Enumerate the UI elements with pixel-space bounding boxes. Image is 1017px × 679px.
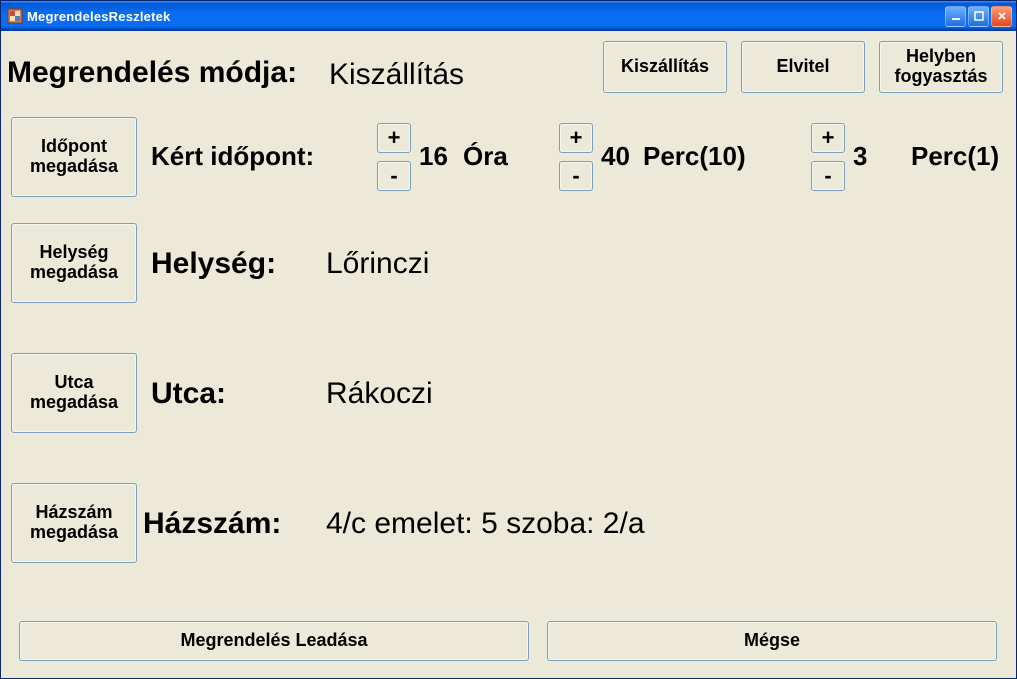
houseno-value: 4/c emelet: 5 szoba: 2/a xyxy=(326,507,645,541)
mode-delivery-button[interactable]: Kiszállítás xyxy=(603,41,727,93)
min10-plus-button[interactable]: + xyxy=(559,123,593,153)
maximize-button[interactable] xyxy=(968,6,989,27)
city-label: Helység: xyxy=(151,247,276,281)
window-title: MegrendelesReszletek xyxy=(27,9,945,24)
requested-time-label: Kért időpont: xyxy=(151,141,314,172)
min1-value: 3 xyxy=(853,141,867,172)
hour-value: 16 xyxy=(419,141,448,172)
minimize-button[interactable] xyxy=(945,6,966,27)
submit-order-button[interactable]: Megrendelés Leadása xyxy=(19,621,529,661)
order-mode-value: Kiszállítás xyxy=(329,58,464,92)
min10-unit: Perc(10) xyxy=(643,141,746,172)
set-street-button[interactable]: Utca megadása xyxy=(11,353,137,433)
hour-unit: Óra xyxy=(463,141,508,172)
hour-plus-button[interactable]: + xyxy=(377,123,411,153)
order-mode-label: Megrendelés módja: xyxy=(7,56,297,90)
min1-minus-button[interactable]: - xyxy=(811,161,845,191)
mode-dinein-button[interactable]: Helyben fogyasztás xyxy=(879,41,1003,93)
min10-value: 40 xyxy=(601,141,630,172)
min1-plus-button[interactable]: + xyxy=(811,123,845,153)
street-label: Utca: xyxy=(151,377,226,411)
app-icon xyxy=(7,8,23,24)
min10-minus-button[interactable]: - xyxy=(559,161,593,191)
close-button[interactable] xyxy=(991,6,1012,27)
min1-unit: Perc(1) xyxy=(911,141,999,172)
titlebar: MegrendelesReszletek xyxy=(1,1,1016,31)
app-window: MegrendelesReszletek Megrendelés módja: … xyxy=(0,0,1017,679)
window-controls xyxy=(945,6,1012,27)
hour-minus-button[interactable]: - xyxy=(377,161,411,191)
cancel-button[interactable]: Mégse xyxy=(547,621,997,661)
set-city-button[interactable]: Helység megadása xyxy=(11,223,137,303)
mode-takeaway-button[interactable]: Elvitel xyxy=(741,41,865,93)
set-houseno-button[interactable]: Házszám megadása xyxy=(11,483,137,563)
city-value: Lőrinczi xyxy=(326,247,429,281)
street-value: Rákoczi xyxy=(326,377,433,411)
set-time-button[interactable]: Időpont megadása xyxy=(11,117,137,197)
houseno-label: Házszám: xyxy=(143,507,281,541)
client-area: Megrendelés módja: Kiszállítás Kiszállít… xyxy=(1,31,1016,678)
